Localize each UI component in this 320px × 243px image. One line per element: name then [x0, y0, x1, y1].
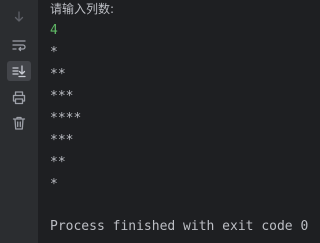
- soft-wrap-button[interactable]: [7, 35, 31, 55]
- output-line: *: [50, 177, 58, 192]
- print-button[interactable]: [7, 87, 31, 107]
- scroll-down-icon: [14, 11, 24, 22]
- output-line: *: [50, 45, 58, 60]
- clear-all-button[interactable]: [7, 113, 31, 133]
- output-line: ***: [50, 133, 74, 148]
- clear-all-icon: [12, 116, 26, 130]
- output-line: ***: [50, 89, 74, 104]
- scroll-to-end-button[interactable]: [7, 61, 31, 81]
- output-line: **: [50, 67, 66, 82]
- scroll-to-end-icon: [12, 65, 26, 78]
- user-input-value: 4: [50, 23, 58, 38]
- output-line: **: [50, 155, 66, 170]
- output-line: ****: [50, 111, 82, 126]
- scroll-down-button[interactable]: [7, 7, 31, 27]
- print-icon: [12, 90, 26, 104]
- soft-wrap-icon: [12, 40, 26, 52]
- console-output[interactable]: 请输入列数: 4 * ** *** **** *** ** * Process …: [50, 0, 320, 243]
- console-toolbar: [0, 0, 38, 243]
- input-prompt: 请输入列数:: [50, 2, 115, 16]
- exit-message: Process finished with exit code 0: [50, 219, 309, 234]
